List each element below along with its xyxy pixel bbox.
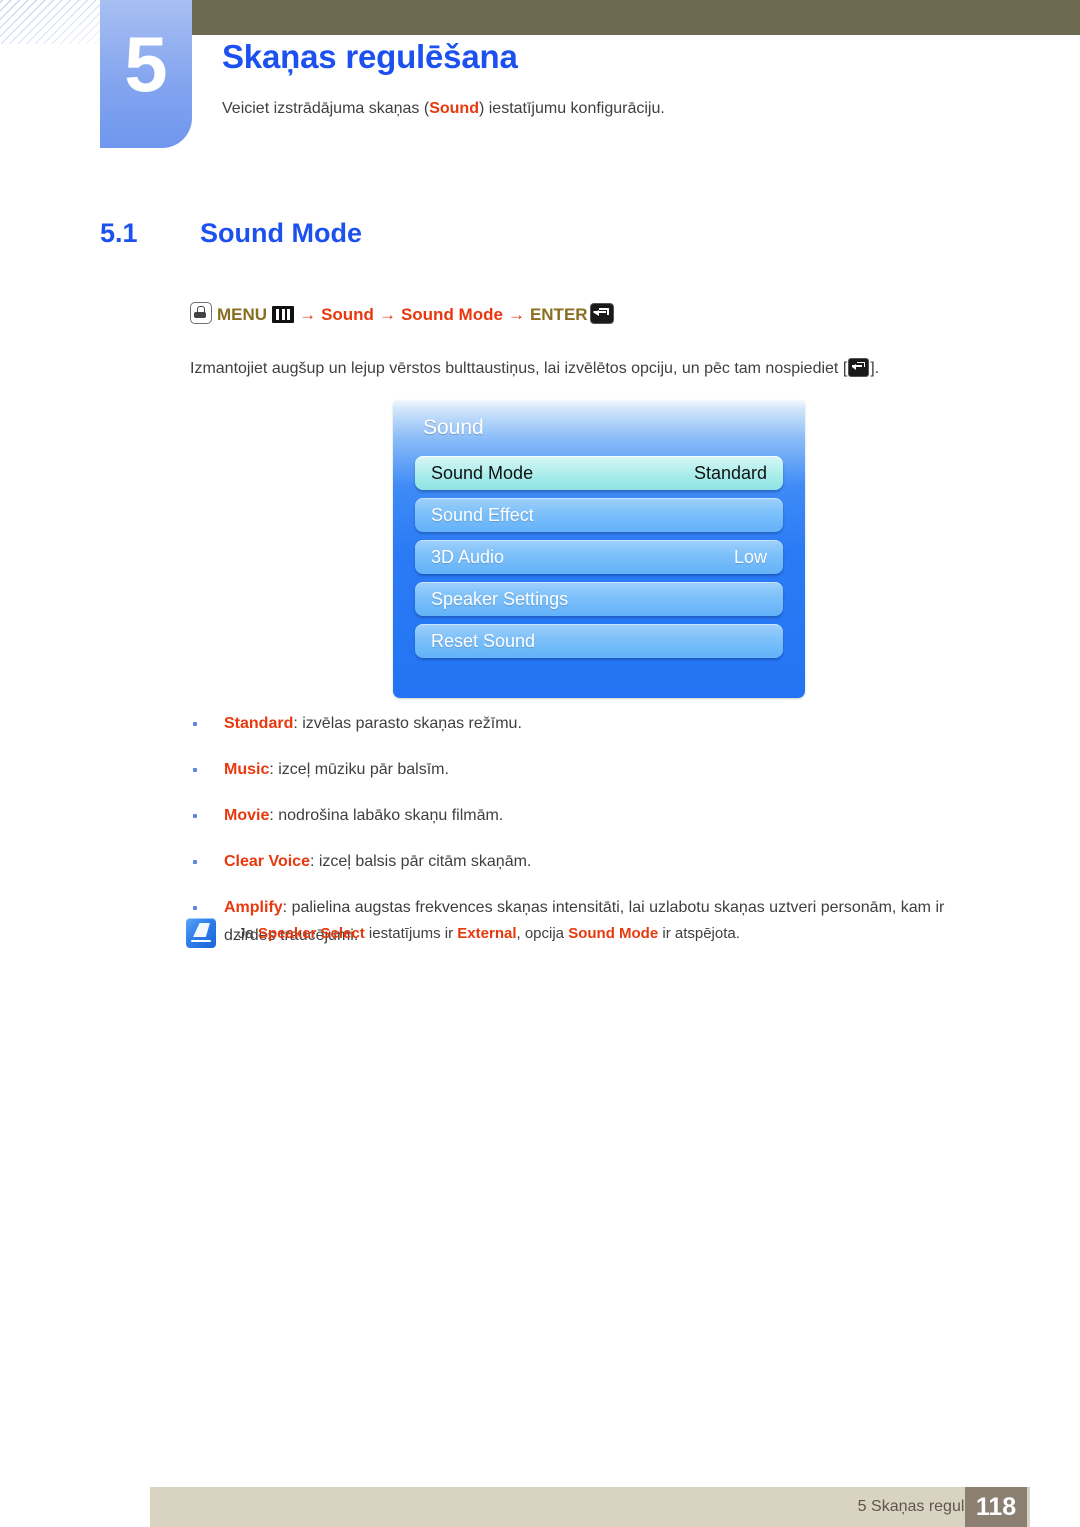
instruction-before: Izmantojiet augšup un lejup vērstos bult… xyxy=(190,360,848,377)
list-item: Clear Voice: izceļ balsis pār citām skaņ… xyxy=(186,848,976,876)
menu-step-sound-mode: Sound Mode xyxy=(400,305,503,324)
section-number: 5.1 xyxy=(100,218,138,248)
note-highlight-sound-mode: Sound Mode xyxy=(568,925,659,942)
chapter-intro: Veiciet izstrādājuma skaņas (Sound) iest… xyxy=(222,100,665,118)
section-heading: 5.1 Sound Mode xyxy=(100,218,362,249)
osd-row-value: Standard xyxy=(693,462,767,483)
note-part-4: ir atspējota. xyxy=(658,925,740,942)
chapter-number-block: 5 xyxy=(100,0,192,148)
option-term: Amplify xyxy=(224,899,283,916)
footer-page-number: 118 xyxy=(965,1487,1027,1527)
osd-row-label: Sound Mode xyxy=(431,462,534,483)
osd-panel-title: Sound xyxy=(423,416,484,439)
chapter-number: 5 xyxy=(124,20,168,108)
osd-row-reset-sound[interactable]: Reset Sound xyxy=(415,624,783,658)
menu-path: MENU → Sound → Sound Mode → ENTER xyxy=(190,302,614,327)
note-part-3: , opcija xyxy=(516,925,569,942)
note-highlight-speaker-select: Speaker Select xyxy=(258,925,365,942)
osd-row-label: Sound Effect xyxy=(431,504,534,525)
section-title: Sound Mode xyxy=(200,218,362,248)
hand-press-icon xyxy=(190,302,212,324)
note-text: Ja Speaker Select iestatījums ir Externa… xyxy=(238,918,740,947)
enter-label: ENTER xyxy=(529,305,588,324)
enter-key-icon xyxy=(589,303,614,324)
arrow-icon-2: → xyxy=(378,305,396,324)
list-item: Movie: nodrošina labāko skaņu filmām. xyxy=(186,802,976,830)
note-pen-icon xyxy=(186,918,216,948)
osd-menu-list: Sound Mode Standard Sound Effect 3D Audi… xyxy=(415,456,783,666)
list-item: Standard: izvēlas parasto skaņas režīmu. xyxy=(186,710,976,738)
instruction-text: Izmantojiet augšup un lejup vērstos bult… xyxy=(190,358,879,378)
option-desc: : izceļ balsis pār citām skaņām. xyxy=(309,853,532,870)
note-part-2: iestatījums ir xyxy=(364,925,458,942)
arrow-icon-3: → xyxy=(507,305,525,324)
option-term: Standard xyxy=(224,715,294,732)
chapter-intro-highlight: Sound xyxy=(429,100,479,117)
osd-row-sound-mode[interactable]: Sound Mode Standard xyxy=(415,456,783,490)
option-desc: : nodrošina labāko skaņu filmām. xyxy=(269,807,504,824)
chapter-intro-before: Veiciet izstrādājuma skaņas ( xyxy=(222,100,430,117)
osd-row-speaker-settings[interactable]: Speaker Settings xyxy=(415,582,783,616)
menu-label: MENU xyxy=(217,305,268,324)
osd-row-label: Speaker Settings xyxy=(431,588,569,609)
note-part-1: Ja xyxy=(238,925,259,942)
instruction-after: ]. xyxy=(870,360,880,377)
osd-row-label: 3D Audio xyxy=(431,546,505,567)
option-term: Movie xyxy=(224,807,270,824)
note-block: Ja Speaker Select iestatījums ir Externa… xyxy=(186,918,976,948)
menu-step-sound: Sound xyxy=(321,305,374,324)
chapter-title: Skaņas regulēšana xyxy=(222,38,518,75)
osd-row-3d-audio[interactable]: 3D Audio Low xyxy=(415,540,783,574)
decorative-hatch-pattern xyxy=(0,0,112,44)
chapter-header-bar xyxy=(192,0,1080,35)
osd-row-value: Low xyxy=(733,546,767,567)
option-desc: : izceļ mūziku pār balsīm. xyxy=(269,761,449,778)
list-item: Music: izceļ mūziku pār balsīm. xyxy=(186,756,976,784)
menu-bars-icon xyxy=(272,306,295,323)
option-term: Music xyxy=(224,761,270,778)
osd-row-sound-effect[interactable]: Sound Effect xyxy=(415,498,783,532)
option-term: Clear Voice xyxy=(224,853,310,870)
chapter-intro-after: ) iestatījumu konfigurāciju. xyxy=(478,100,665,117)
enter-key-inline-icon xyxy=(848,358,870,377)
note-highlight-external: External xyxy=(457,925,517,942)
osd-row-label: Reset Sound xyxy=(431,630,536,651)
osd-sound-panel: Sound Sound Mode Standard Sound Effect 3… xyxy=(393,400,805,698)
arrow-icon-1: → xyxy=(299,305,317,324)
option-desc: : izvēlas parasto skaņas režīmu. xyxy=(293,715,522,732)
